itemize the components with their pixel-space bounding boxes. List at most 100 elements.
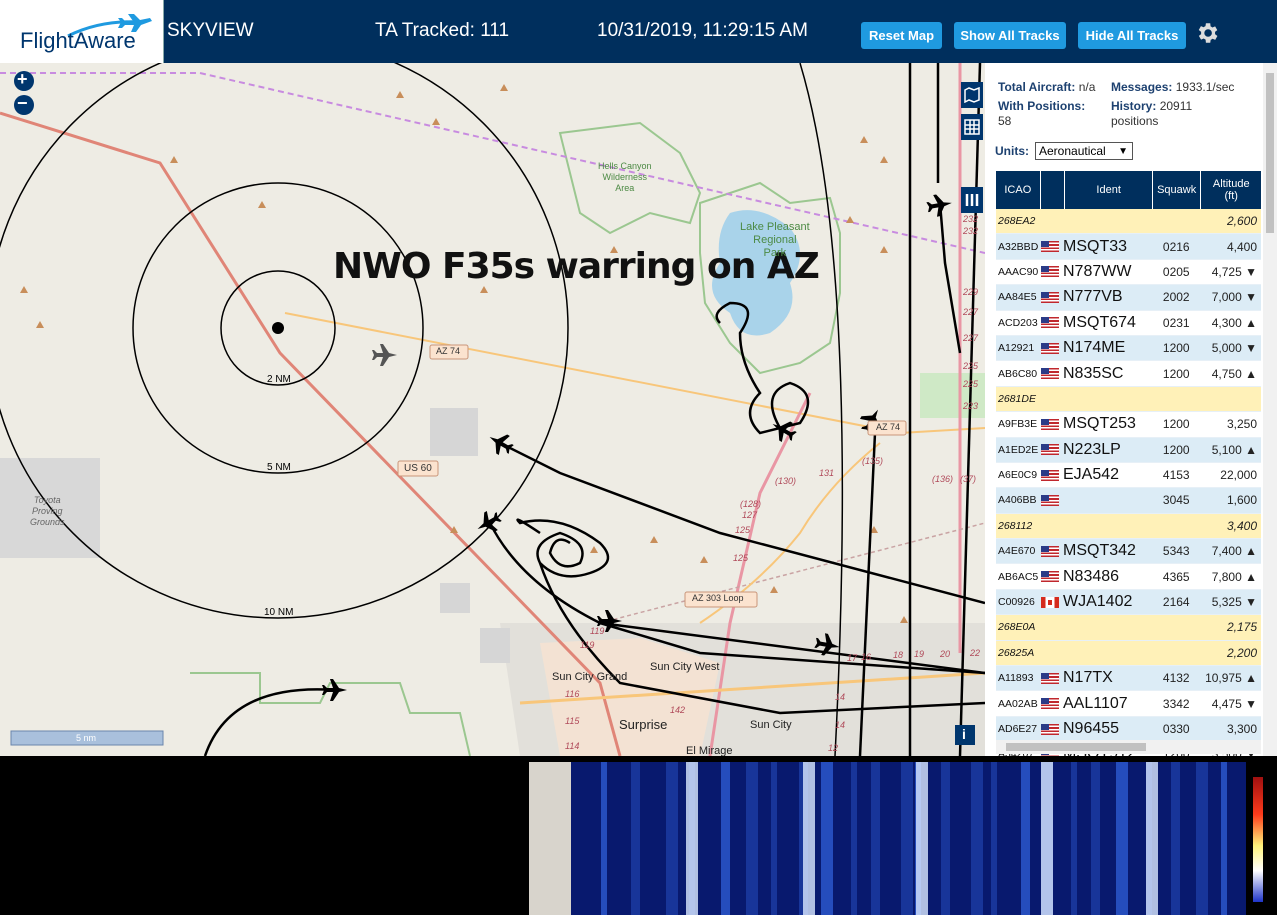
waterfall-streak [746,762,758,915]
altitude-cell: 2,200 [1226,645,1257,660]
table-row[interactable]: AAAC90 N787WW 0205 4,725 ▼ [996,259,1261,286]
table-row[interactable]: A12921 N174ME 1200 5,000 ▼ [996,335,1261,362]
units-select[interactable]: Aeronautical ▼ [1035,142,1133,160]
scrollbar-thumb[interactable] [1266,73,1274,233]
ident-cell: MSQT342 [1063,542,1136,560]
altitude-cell: 10,975 ▲ [1205,671,1257,686]
grid-icon[interactable] [964,119,980,135]
icao-cell: A406BB [998,494,1037,507]
us-flag-icon [1041,317,1060,329]
table-header: ICAO Ident Squawk Altitude (ft) [996,171,1261,209]
table-row[interactable]: 268EA2 2,600 [996,209,1261,235]
table-row[interactable]: A406BB 3045 1,600 [996,488,1261,514]
table-row[interactable]: AB6C80 N835SC 1200 4,750 ▲ [996,361,1261,387]
table-row[interactable]: 268E0A 2,175 [996,615,1261,641]
scrollbar-thumb[interactable] [1006,743,1146,751]
icao-cell: 268112 [998,519,1033,532]
altitude-cell: 4,300 ▲ [1211,315,1257,330]
waterfall-streak [771,762,777,915]
table-row[interactable]: A1ED2E N223LP 1200 5,100 ▲ [996,437,1261,463]
map-canvas[interactable] [0,63,985,756]
waterfall-streak [871,762,880,915]
us-flag-icon [1041,266,1060,278]
table-row[interactable]: A32BBD MSQT33 0216 4,400 [996,234,1261,260]
columns-icon[interactable] [964,192,980,208]
waterfall-streak [1091,762,1100,915]
show-all-tracks-button[interactable]: Show All Tracks [954,22,1066,49]
table-row[interactable]: 268112 3,400 [996,513,1261,540]
exit-number: 22 [970,648,981,658]
table-row[interactable]: AB6AC5 N83486 4365 7,800 ▲ [996,564,1261,590]
table-row[interactable]: A6E0C9 EJA542 4153 22,000 [996,462,1261,489]
spectrum-waterfall [571,762,1277,915]
table-row[interactable]: AA84E5 N777VB 2002 7,000 ▼ [996,285,1261,311]
flag-canton [1041,444,1050,451]
horizontal-scrollbar[interactable] [996,740,1261,754]
column-header-flag[interactable] [1041,171,1066,209]
waterfall-bright-streak [916,762,928,915]
aircraft-icon [477,510,502,532]
waterfall-streak [601,762,607,915]
place-label-lake-pleasant: Lake Pleasant Regional Park [740,221,810,260]
colorbar [1253,777,1263,902]
place-label-line: Area [615,183,635,193]
map-view[interactable]: + − i NWO F35s warring on AZ 2 NM 5 NM 1… [0,63,985,756]
squawk-cell: 1200 [1162,366,1190,381]
table-row[interactable]: C00926 WJA1402 2164 5,325 ▼ [996,589,1261,616]
table-row[interactable]: AA02AB AAL1107 3342 4,475 ▼ [996,691,1261,717]
table-row[interactable]: 26825A 2,200 [996,640,1261,667]
table-row[interactable]: A11893 N17TX 4132 10,975 ▲ [996,666,1261,692]
table-row[interactable]: ACD203 MSQT674 0231 4,300 ▲ [996,310,1261,336]
ident-cell: MSQT253 [1063,415,1136,433]
aircraft-sidebar: Total Aircraft: n/a Messages: 1933.1/sec… [985,63,1277,756]
exit-number: 119 [590,626,605,636]
reset-map-button[interactable]: Reset Map [861,22,942,49]
icao-cell: 26825A [998,646,1035,659]
exit-number: 125 [733,553,749,563]
us-flag-icon [1041,418,1060,430]
exit-number: (135) [862,456,884,466]
exit-number: 14 [835,692,846,702]
table-row[interactable]: A4E670 MSQT342 5343 7,400 ▲ [996,539,1261,565]
waterfall-streak [1196,762,1208,915]
exit-number: 116 [565,689,580,699]
table-row[interactable]: 2681DE [996,386,1261,413]
altitude-header-unit: (ft) [1224,190,1238,202]
settings-gear-icon[interactable] [1194,20,1220,46]
column-header-squawk[interactable]: Squawk [1153,171,1202,209]
ident-cell: N223LP [1063,440,1121,458]
logo-text: FlightAware [20,28,136,53]
flightaware-logo[interactable]: FlightAware [0,0,164,63]
flag-canton [1041,368,1050,375]
altitude-cell: 5,100 ▲ [1211,442,1257,457]
column-header-icao[interactable]: ICAO [996,171,1041,209]
hide-all-tracks-button[interactable]: Hide All Tracks [1078,22,1186,49]
table-row[interactable]: A9FB3E MSQT253 1200 3,250 [996,412,1261,438]
place-label-toyota: Toyota Proving Grounds [30,495,65,528]
zoom-out-glyph[interactable]: − [17,93,28,114]
column-header-altitude[interactable]: Altitude (ft) [1201,171,1261,209]
table-row[interactable]: AD6E27 N96455 0330 3,300 [996,716,1261,743]
us-flag-icon [1041,241,1060,253]
altitude-cell: 2,600 [1226,214,1257,229]
flag-icon [1041,672,1063,684]
exit-number: 119 [580,640,595,650]
icao-cell: A9FB3E [998,418,1038,431]
exit-number: 125 [735,525,751,535]
history-value: 20911 [1159,99,1193,113]
exit-number: 20 [940,649,951,659]
map-icon[interactable] [964,87,980,103]
info-glyph[interactable]: i [962,726,966,742]
icao-cell: A11893 [998,672,1034,685]
icao-cell: A32BBD [998,240,1039,253]
ident-cell: EJA542 [1063,466,1120,484]
ident-cell: AAL1107 [1063,694,1128,712]
column-header-ident[interactable]: Ident [1065,171,1153,209]
flag-icon [1041,647,1063,658]
exit-number: (130) [775,476,797,486]
vertical-scrollbar[interactable] [1263,63,1277,756]
history-unit: positions [1111,114,1159,128]
exit-number: 229 [963,287,979,297]
zoom-in-glyph[interactable]: + [17,69,28,90]
icao-cell: A1ED2E [998,443,1039,456]
